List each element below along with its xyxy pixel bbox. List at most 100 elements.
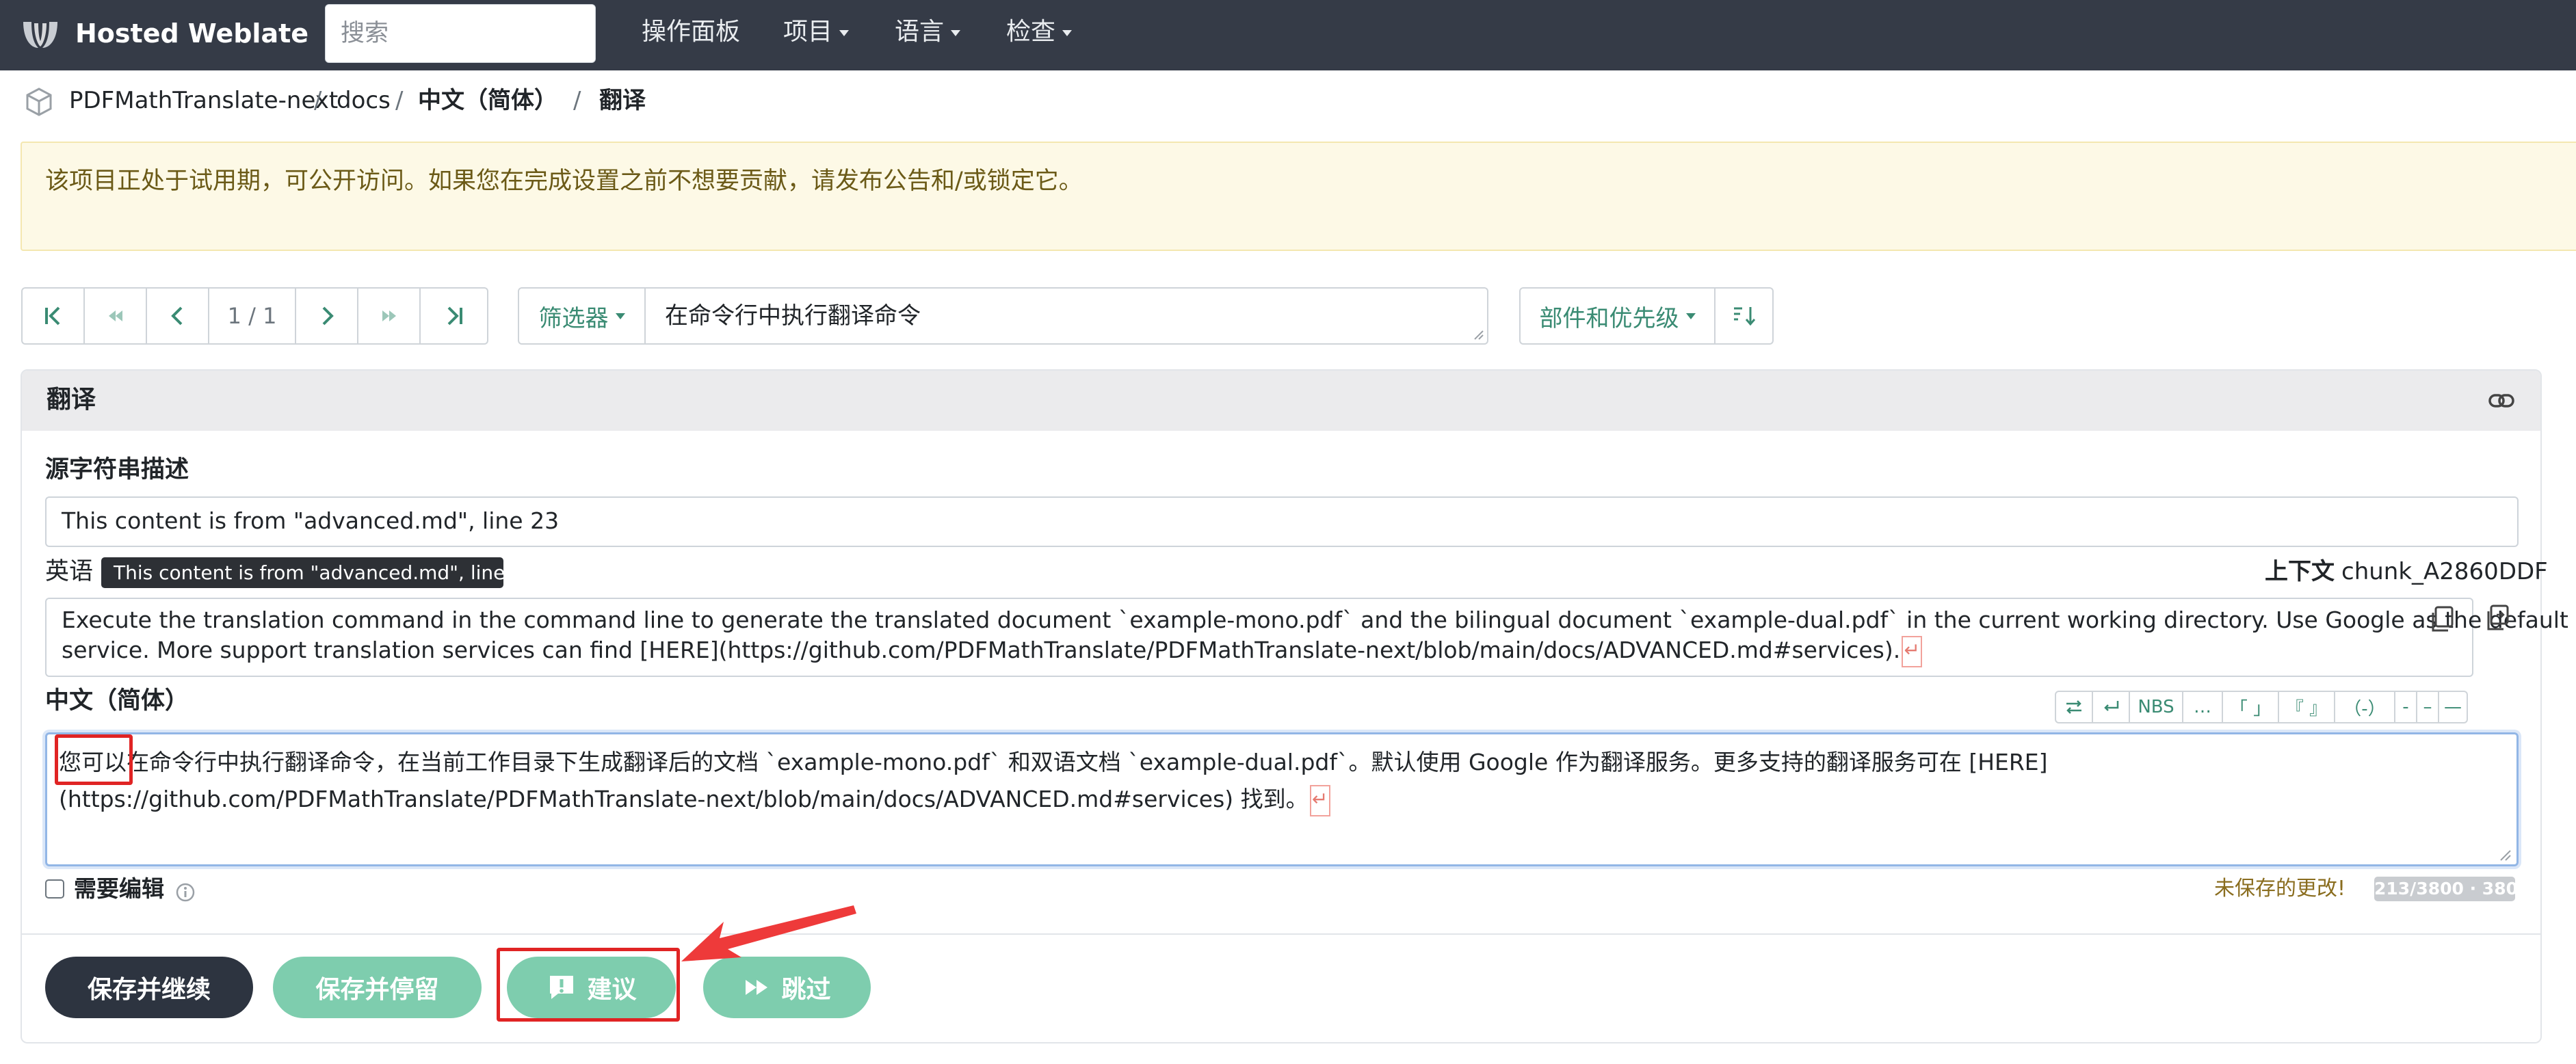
first-page-button[interactable] (23, 289, 85, 343)
breadcrumb-language[interactable]: 中文（简体） (418, 85, 557, 116)
filter-button-label: 筛选器 (538, 304, 609, 332)
insert-parenthesis-button[interactable]: （-） (2335, 692, 2395, 722)
insert-hyphen-button[interactable]: - (2395, 692, 2417, 722)
sort-group: 部件和优先级 (1519, 287, 1774, 345)
fast-forward-icon (382, 310, 396, 321)
arrow-annotation-icon (681, 905, 856, 961)
target-language-label: 中文（简体） (45, 687, 189, 715)
highlight-annotation (55, 734, 133, 785)
resize-handle-icon[interactable] (1473, 330, 1484, 341)
sort-desc-icon (1734, 307, 1756, 326)
breadcrumb-separator: / (395, 87, 404, 114)
filter-query-input[interactable]: 在命令行中执行翻译命令 (646, 289, 1487, 343)
filter-group: 筛选器 在命令行中执行翻译命令 (518, 287, 1488, 345)
breadcrumb-component[interactable]: docs (337, 85, 391, 116)
last-page-button[interactable] (421, 289, 487, 343)
breadcrumb-page: 翻译 (599, 87, 646, 114)
chevron-down-icon (1685, 312, 1696, 319)
insert-nbsp-button[interactable]: NBS (2130, 692, 2183, 722)
newline-mark: ↵ (1309, 784, 1330, 816)
needs-editing-label[interactable]: 需要编辑 (74, 874, 164, 904)
skip-label: 跳过 (781, 976, 831, 1004)
clone-icon[interactable] (2483, 603, 2512, 633)
sort-direction-button[interactable] (1716, 289, 1773, 343)
nav-languages-label: 语言 (895, 18, 945, 46)
nav-projects[interactable]: 项目 (783, 15, 850, 49)
info-icon[interactable] (175, 882, 196, 903)
previous-button[interactable] (147, 289, 209, 343)
translation-line-2: (https://github.com/PDFMathTranslate/PDF… (59, 781, 2480, 818)
breadcrumb-project[interactable]: PDFMathTranslate-next (69, 85, 338, 116)
search-input[interactable]: 搜索 (325, 4, 596, 63)
insert-em-dash-button[interactable]: — (2439, 692, 2467, 722)
save-stay-label: 保存并停留 (315, 976, 439, 1004)
tooltip: This content is from "advanced.md", line… (101, 557, 536, 588)
source-language-label: 英语 (45, 558, 94, 585)
nav-projects-label: 项目 (783, 18, 833, 46)
en-dash-label: – (2423, 697, 2432, 717)
translation-line-1: 您可以在命令行中执行翻译命令，在当前工作目录下生成翻译后的文档 `example… (59, 749, 2048, 775)
page-position: 1 / 1 (209, 289, 296, 343)
translation-line-2-text: (https://github.com/PDFMathTranslate/PDF… (59, 786, 1309, 812)
insert-corner-quote-button[interactable]: 「 」 (2223, 692, 2279, 722)
project-cube-icon (26, 88, 52, 116)
nav-dashboard[interactable]: 操作面板 (642, 15, 740, 49)
panel-header (22, 371, 2540, 431)
brand-name[interactable]: Hosted Weblate (75, 16, 308, 51)
fast-forward-icon (746, 980, 768, 995)
next-button[interactable] (296, 289, 358, 343)
source-description-label: 源字符串描述 (45, 456, 189, 483)
rtl-toggle-button[interactable] (2056, 692, 2093, 722)
newline-mark: ↵ (1902, 635, 1923, 667)
newline-icon (2104, 701, 2119, 711)
page-position-label: 1 / 1 (227, 303, 277, 329)
divider (22, 933, 2540, 935)
nav-languages[interactable]: 语言 (895, 15, 961, 49)
ellipsis-label: … (2194, 697, 2211, 717)
needs-editing-checkbox[interactable] (45, 879, 64, 899)
double-corner-quote-label: 『 』 (2285, 698, 2328, 719)
swap-direction-icon (2066, 700, 2081, 714)
link-icon[interactable] (2488, 387, 2515, 414)
nbsp-label: NBS (2138, 697, 2174, 717)
em-dash-label: — (2444, 697, 2462, 717)
trial-alert-text: 该项目正处于试用期，可公开访问。如果您在完成设置之前不想要贡献，请发布公告和/或… (45, 168, 1083, 195)
highlight-annotation (497, 948, 680, 1022)
nav-checks[interactable]: 检查 (1006, 15, 1073, 49)
chevron-down-icon (615, 312, 625, 319)
save-continue-button[interactable]: 保存并继续 (45, 957, 253, 1018)
context-label: 上下文 (2265, 558, 2335, 585)
chevron-down-icon (839, 29, 850, 36)
source-string-line-1: Execute the translation command in the c… (62, 607, 2576, 633)
corner-quote-label: 「 」 (2229, 698, 2272, 719)
insert-newline-button[interactable] (2093, 692, 2130, 722)
save-stay-button[interactable]: 保存并停留 (273, 957, 482, 1018)
rewind-button[interactable] (85, 289, 147, 343)
breadcrumb-separator: / (314, 87, 322, 114)
fast-forward-button[interactable] (358, 289, 421, 343)
hyphen-label: - (2402, 697, 2409, 717)
sort-dropdown-button[interactable]: 部件和优先级 (1521, 289, 1716, 343)
source-string-line-2: service. More support translation servic… (62, 635, 1923, 667)
save-continue-label: 保存并继续 (87, 976, 211, 1004)
panel-title: 翻译 (47, 386, 96, 414)
resize-handle-icon[interactable] (2499, 849, 2512, 862)
breadcrumb-separator: / (573, 87, 581, 114)
pagination: 1 / 1 (21, 287, 488, 345)
skip-start-icon (44, 306, 60, 325)
unsaved-changes-text: 未保存的更改! (2214, 877, 2346, 901)
copy-icon[interactable] (2428, 604, 2456, 635)
weblate-logo-icon[interactable] (19, 15, 62, 53)
insert-ellipsis-button[interactable]: … (2183, 692, 2223, 722)
translation-text[interactable]: 您可以在命令行中执行翻译命令，在当前工作目录下生成翻译后的文档 `example… (59, 744, 2480, 818)
context-value: chunk_A2860DDF (2341, 558, 2548, 585)
rewind-icon (108, 310, 122, 321)
insert-en-dash-button[interactable]: – (2417, 692, 2439, 722)
chevron-down-icon (951, 29, 961, 36)
filter-dropdown-button[interactable]: 筛选器 (519, 289, 646, 343)
editor-toolbar: NBS … 「 」 『 』 （-） - – — (2055, 691, 2468, 723)
nav-dashboard-label: 操作面板 (642, 18, 741, 46)
chevron-right-icon (322, 306, 334, 325)
parenthesis-label: （-） (2343, 698, 2386, 719)
insert-double-corner-quote-button[interactable]: 『 』 (2279, 692, 2335, 722)
